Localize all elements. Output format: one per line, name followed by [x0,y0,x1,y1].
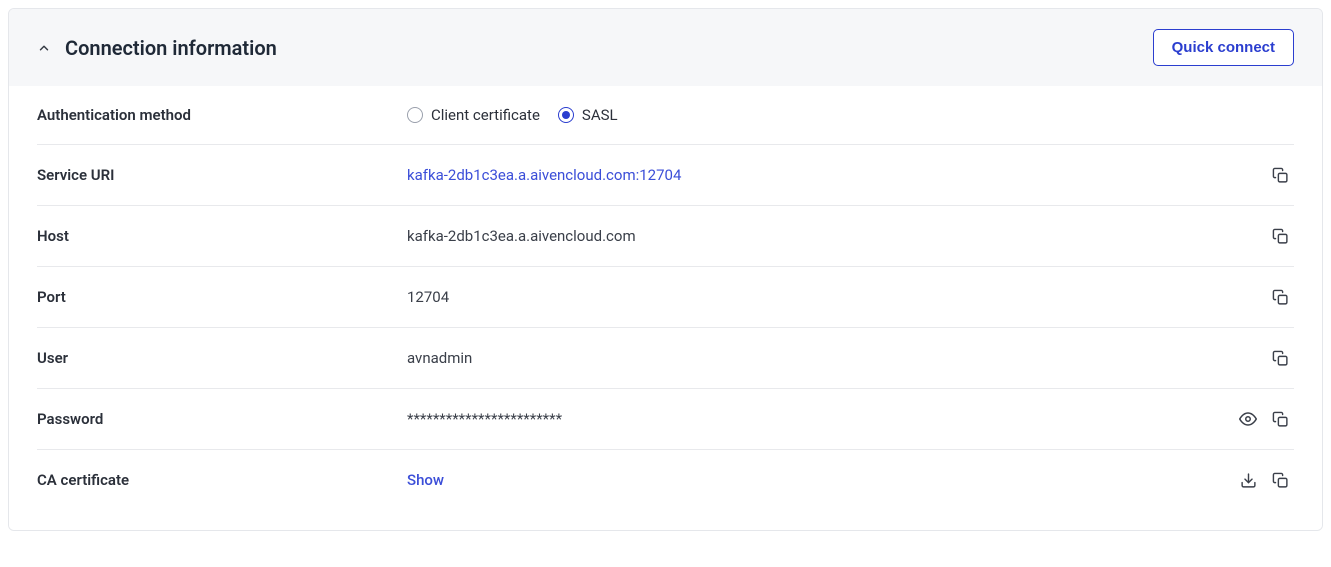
download-icon[interactable] [1238,470,1258,490]
row-password: Password ************************ [37,389,1294,450]
ca-cert-label: CA certificate [37,471,407,489]
service-uri-value[interactable]: kafka-2db1c3ea.a.aivencloud.com:12704 [407,166,1270,184]
chevron-up-icon [37,41,51,55]
auth-method-radio-group: Client certificate SASL [407,106,1294,124]
copy-icon[interactable] [1270,165,1290,185]
show-link[interactable]: Show [407,471,444,489]
password-label: Password [37,410,407,428]
row-port: Port 12704 [37,267,1294,328]
user-value: avnadmin [407,349,1270,367]
radio-selected-icon [558,107,574,123]
service-uri-label: Service URI [37,166,407,184]
ca-cert-value: Show [407,471,1238,489]
port-value: 12704 [407,288,1270,306]
radio-unselected-icon [407,107,423,123]
auth-method-label: Authentication method [37,106,407,124]
row-service-uri: Service URI kafka-2db1c3ea.a.aivencloud.… [37,145,1294,206]
row-host: Host kafka-2db1c3ea.a.aivencloud.com [37,206,1294,267]
radio-client-cert-label: Client certificate [431,106,540,124]
password-value: ************************ [407,410,1238,428]
service-uri-actions [1270,165,1294,185]
ca-cert-actions [1238,470,1294,490]
host-value: kafka-2db1c3ea.a.aivencloud.com [407,227,1270,245]
eye-icon[interactable] [1238,409,1258,429]
radio-sasl-label: SASL [582,106,618,124]
auth-method-value: Client certificate SASL [407,106,1294,124]
panel-header-left[interactable]: Connection information [37,36,277,60]
user-label: User [37,349,407,367]
copy-icon[interactable] [1270,470,1290,490]
copy-icon[interactable] [1270,287,1290,307]
row-ca-certificate: CA certificate Show [37,450,1294,510]
copy-icon[interactable] [1270,226,1290,246]
panel-header: Connection information Quick connect [9,9,1322,86]
copy-icon[interactable] [1270,348,1290,368]
port-actions [1270,287,1294,307]
radio-sasl[interactable]: SASL [558,106,618,124]
radio-client-certificate[interactable]: Client certificate [407,106,540,124]
row-auth-method: Authentication method Client certificate… [37,86,1294,145]
user-actions [1270,348,1294,368]
port-label: Port [37,288,407,306]
quick-connect-button[interactable]: Quick connect [1153,29,1294,66]
connection-info-panel: Connection information Quick connect Aut… [8,8,1323,531]
host-label: Host [37,227,407,245]
password-actions [1238,409,1294,429]
host-actions [1270,226,1294,246]
row-user: User avnadmin [37,328,1294,389]
copy-icon[interactable] [1270,409,1290,429]
panel-title: Connection information [65,36,277,60]
panel-body: Authentication method Client certificate… [9,86,1322,530]
